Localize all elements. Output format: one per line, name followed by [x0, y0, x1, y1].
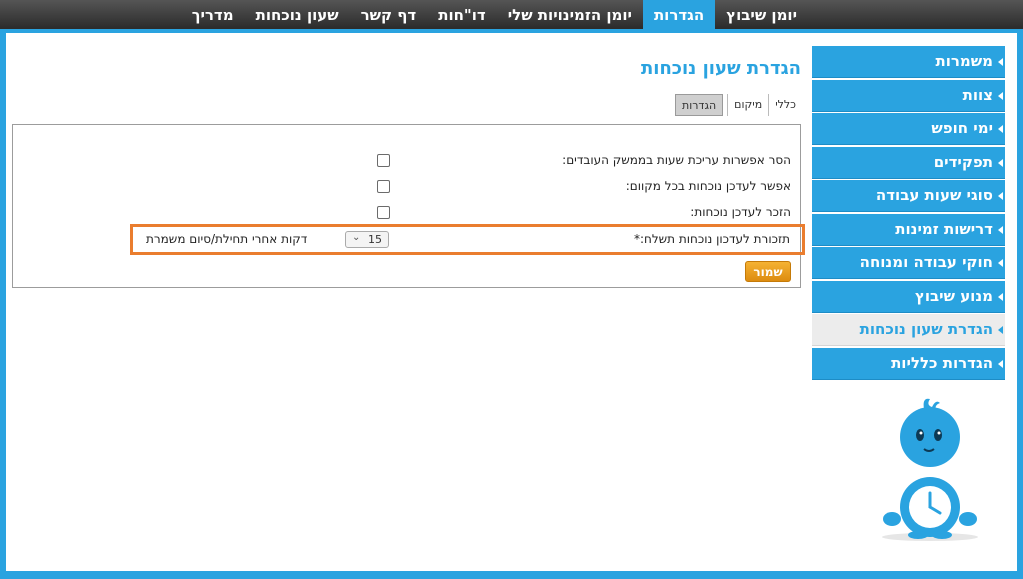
- sidebar-item-label: מנוע שיבוץ: [914, 286, 993, 305]
- nav-item-contacts[interactable]: דף קשר: [350, 0, 428, 29]
- arrow-left-icon: [998, 192, 1003, 200]
- sidebar-item-work-hour-types[interactable]: סוגי שעות עבודה: [812, 180, 1005, 212]
- reminder-unit-label: דקות אחרי תחילת/סיום משמרת: [146, 232, 308, 246]
- sidebar-item-team[interactable]: צוות: [812, 79, 1005, 112]
- sidebar-item-label: צוות: [962, 85, 993, 104]
- sidebar-item-work-rest-rules[interactable]: חוקי עבודה ומנוחה: [812, 247, 1005, 279]
- remind-update-checkbox[interactable]: [377, 206, 390, 219]
- arrow-left-icon: [998, 91, 1003, 100]
- reminder-minutes-value: 15: [368, 233, 382, 246]
- disable-hour-editing-label: הסר אפשרות עריכת שעות בממשק העובדים:: [562, 153, 791, 167]
- nav-item-time-clock[interactable]: שעון נוכחות: [245, 0, 350, 29]
- clock-mascot-icon: [880, 395, 980, 549]
- sidebar-item-vacation-days[interactable]: ימי חופש: [812, 113, 1005, 145]
- arrow-left-icon: [998, 125, 1003, 133]
- tab-settings[interactable]: הגדרות: [675, 94, 724, 116]
- arrow-left-icon: [998, 58, 1003, 66]
- tab-general[interactable]: כללי: [768, 94, 802, 116]
- top-navigation-bar: יומן שיבוץ הגדרות יומן הזמינויות שלי דו"…: [0, 0, 1023, 33]
- arrow-left-icon: [998, 158, 1003, 167]
- arrow-left-icon: [998, 326, 1003, 334]
- frame-border-bottom: [0, 571, 1023, 579]
- arrow-left-icon: [998, 259, 1003, 267]
- remind-update-label: הזכר לעדכן נוכחות:: [690, 205, 791, 219]
- arrow-left-icon: [998, 359, 1003, 368]
- arrow-left-icon: [998, 292, 1003, 301]
- sidebar-item-label: הגדרת שעון נוכחות: [859, 320, 993, 338]
- sidebar-item-label: הגדרות כלליות: [891, 353, 993, 372]
- frame-border-left: [0, 33, 6, 573]
- sidebar-item-label: משמרות: [935, 52, 993, 70]
- frame-border-right: [1017, 33, 1023, 573]
- reminder-minutes-select[interactable]: 15 ⌄: [345, 231, 389, 248]
- main-menu: יומן שיבוץ הגדרות יומן הזמינויות שלי דו"…: [181, 0, 808, 29]
- nav-item-my-availability[interactable]: יומן הזמינויות שלי: [497, 0, 643, 29]
- nav-item-guide[interactable]: מדריך: [181, 0, 245, 29]
- nav-item-settings[interactable]: הגדרות: [642, 0, 716, 29]
- sidebar-item-shifts[interactable]: משמרות: [812, 46, 1005, 78]
- page-title: הגדרת שעון נוכחות: [640, 58, 801, 79]
- sidebar-item-label: תפקידים: [933, 152, 993, 171]
- chevron-down-icon: ⌄: [352, 232, 361, 243]
- nav-item-schedule[interactable]: יומן שיבוץ: [715, 0, 808, 29]
- settings-sidebar: משמרות צוות ימי חופש תפקידים סוגי שעות ע…: [812, 46, 1005, 381]
- save-button[interactable]: שמור: [745, 261, 791, 282]
- sidebar-item-label: חוקי עבודה ומנוחה: [859, 253, 993, 271]
- update-anywhere-checkbox[interactable]: [377, 180, 390, 193]
- reminder-label: תזכורת לעדכון נוכחות תשלח:*: [633, 232, 790, 246]
- arrow-left-icon: [998, 225, 1003, 234]
- disable-hour-editing-checkbox[interactable]: [377, 154, 390, 167]
- tab-location[interactable]: מיקום: [727, 94, 768, 116]
- sidebar-item-general-settings[interactable]: הגדרות כלליות: [812, 347, 1005, 380]
- nav-item-reports[interactable]: דו"חות: [427, 0, 496, 29]
- update-anywhere-label: אפשר לעדכן נוכחות בכל מקוום:: [625, 179, 791, 193]
- settings-panel: [12, 124, 801, 288]
- sidebar-item-label: דרישות זמינות: [895, 219, 993, 238]
- sidebar-item-time-clock-settings[interactable]: הגדרת שעון נוכחות: [812, 314, 1005, 346]
- sidebar-item-label: סוגי שעות עבודה: [875, 186, 993, 204]
- sidebar-item-roles[interactable]: תפקידים: [812, 146, 1005, 179]
- sidebar-item-scheduling-engine[interactable]: מנוע שיבוץ: [812, 280, 1005, 313]
- settings-tabs: כללי מיקום הגדרות: [675, 94, 802, 116]
- sidebar-item-label: ימי חופש: [931, 119, 993, 137]
- sidebar-item-availability-requirements[interactable]: דרישות זמינות: [812, 213, 1005, 246]
